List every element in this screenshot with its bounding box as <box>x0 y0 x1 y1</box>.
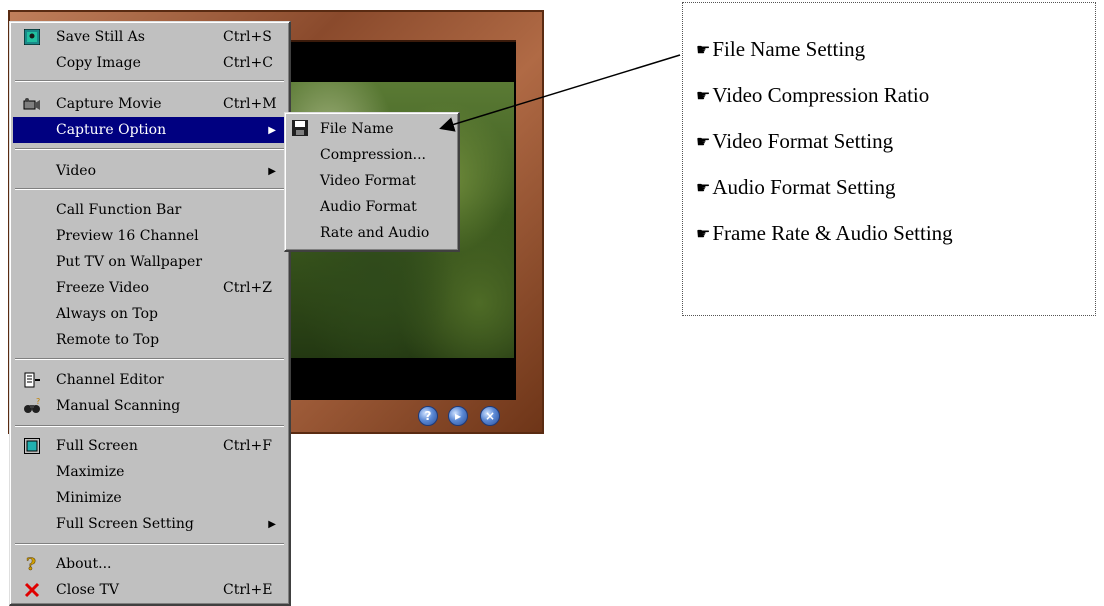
callout-box: ☛ File Name Setting ☛ Video Compression … <box>682 2 1096 316</box>
menu-item-call-function-bar[interactable]: Call Function Bar <box>13 197 286 223</box>
menu-item-freeze-video[interactable]: Freeze Video Ctrl+Z <box>13 275 286 301</box>
pointing-hand-icon: ☛ <box>696 41 711 59</box>
submenu-item-audio-format[interactable]: Audio Format <box>288 194 455 220</box>
submenu-arrow-icon: ▶ <box>268 518 276 530</box>
callout-item: ☛ File Name Setting <box>696 37 866 61</box>
menu-separator <box>15 80 284 82</box>
callout-item: ☛ Video Format Setting <box>696 129 894 153</box>
menu-item-minimize[interactable]: Minimize <box>13 485 286 511</box>
menu-item-full-screen[interactable]: Full Screen Ctrl+F <box>13 433 286 459</box>
capture-option-submenu: File Name Compression... Video Format Au… <box>284 112 460 252</box>
camera-icon <box>23 95 41 113</box>
callout-item: ☛ Audio Format Setting <box>696 175 896 199</box>
close-button[interactable]: × <box>480 406 500 426</box>
menu-separator <box>15 425 284 427</box>
menu-item-about[interactable]: ? About... <box>13 551 286 577</box>
menu-separator <box>15 543 284 545</box>
menu-item-remote-to-top[interactable]: Remote to Top <box>13 327 286 353</box>
menu-item-video[interactable]: Video ▶ <box>13 158 286 184</box>
menu-separator <box>15 148 284 150</box>
binoculars-icon: ? <box>23 397 41 415</box>
pointing-hand-icon: ☛ <box>696 133 711 151</box>
menu-item-put-tv-on-wallpaper[interactable]: Put TV on Wallpaper <box>13 249 286 275</box>
play-button[interactable]: ▸ <box>448 406 468 426</box>
submenu-item-rate-and-audio[interactable]: Rate and Audio <box>288 220 455 246</box>
menu-item-channel-editor[interactable]: Channel Editor <box>13 367 286 393</box>
channel-editor-icon <box>23 371 41 389</box>
menu-item-full-screen-setting[interactable]: Full Screen Setting ▶ <box>13 511 286 537</box>
menu-item-capture-option[interactable]: Capture Option ▶ <box>13 117 286 143</box>
menu-item-manual-scanning[interactable]: ? Manual Scanning <box>13 393 286 419</box>
svg-text:?: ? <box>26 555 36 573</box>
context-menu: Save Still As Ctrl+S Copy Image Ctrl+C C… <box>9 21 291 606</box>
submenu-arrow-icon: ▶ <box>268 124 276 136</box>
callout-item: ☛ Frame Rate & Audio Setting <box>696 221 953 245</box>
fullscreen-icon <box>23 437 41 455</box>
menu-item-capture-movie[interactable]: Capture Movie Ctrl+M <box>13 91 286 117</box>
submenu-item-video-format[interactable]: Video Format <box>288 168 455 194</box>
menu-item-preview-16-channel[interactable]: Preview 16 Channel <box>13 223 286 249</box>
submenu-item-file-name[interactable]: File Name <box>288 116 455 142</box>
menu-separator <box>15 358 284 360</box>
submenu-arrow-icon: ▶ <box>268 165 276 177</box>
floppy-icon <box>292 120 310 138</box>
svg-text:?: ? <box>36 398 40 406</box>
pointing-hand-icon: ☛ <box>696 225 711 243</box>
help-button[interactable]: ? <box>418 406 438 426</box>
question-icon: ? <box>23 555 41 573</box>
menu-item-maximize[interactable]: Maximize <box>13 459 286 485</box>
menu-separator <box>15 188 284 190</box>
callout-item: ☛ Video Compression Ratio <box>696 83 930 107</box>
menu-item-always-on-top[interactable]: Always on Top <box>13 301 286 327</box>
menu-item-close-tv[interactable]: Close TV Ctrl+E <box>13 577 286 603</box>
pointing-hand-icon: ☛ <box>696 179 711 197</box>
menu-item-copy-image[interactable]: Copy Image Ctrl+C <box>13 50 286 76</box>
submenu-item-compression[interactable]: Compression... <box>288 142 455 168</box>
close-icon <box>23 581 41 599</box>
menu-item-save-still-as[interactable]: Save Still As Ctrl+S <box>13 24 286 50</box>
save-still-icon <box>23 28 41 46</box>
pointing-hand-icon: ☛ <box>696 87 711 105</box>
